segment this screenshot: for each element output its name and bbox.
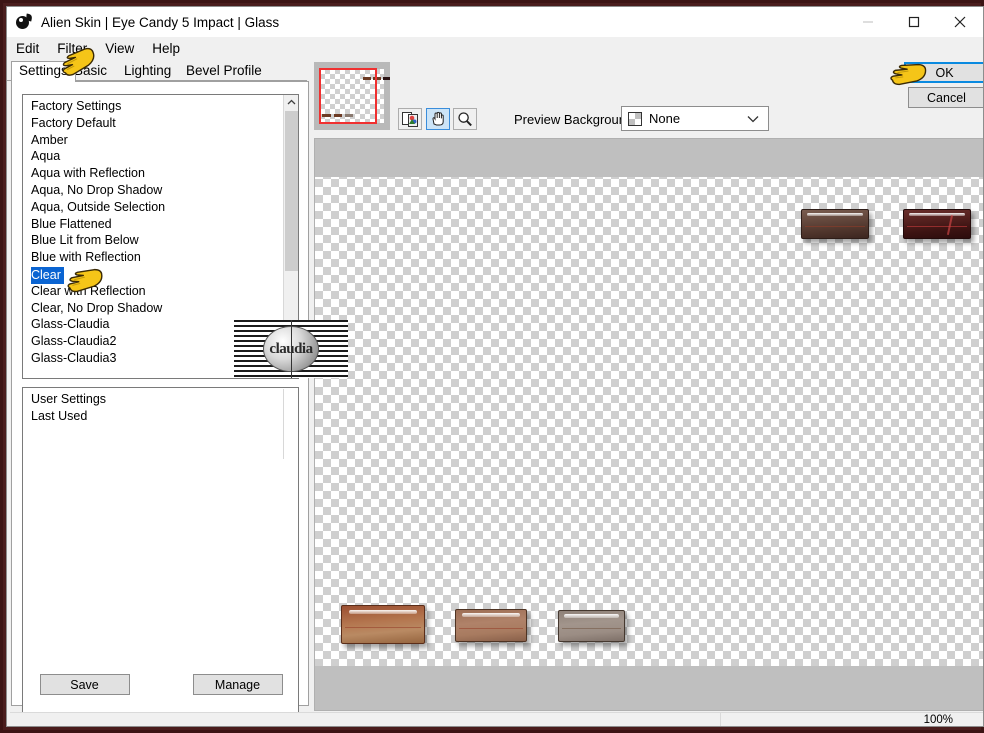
hand-tool-icon[interactable] [426, 108, 450, 130]
scroll-up-arrow-icon[interactable] [284, 95, 298, 110]
title-bar: Alien Skin | Eye Candy 5 Impact | Glass [7, 7, 983, 37]
window-title: Alien Skin | Eye Candy 5 Impact | Glass [41, 14, 280, 30]
list-item[interactable]: Last Used [23, 408, 298, 425]
glass-slab-top-right [903, 209, 971, 239]
menu-bar: Edit Filter View Help [7, 37, 983, 60]
navigator-object [383, 77, 390, 80]
claudia-watermark: claudia [234, 320, 348, 378]
window-client-area: Alien Skin | Eye Candy 5 Impact | Glass … [6, 6, 984, 727]
preview-background-value: None [649, 111, 681, 126]
glass-slab-bottom-2 [455, 609, 527, 642]
application-window: Alien Skin | Eye Candy 5 Impact | Glass … [0, 0, 984, 733]
menu-item-help[interactable]: Help [152, 40, 189, 57]
glass-slab-top-left [801, 209, 869, 239]
manage-button[interactable]: Manage [192, 674, 283, 695]
preview-background-select[interactable]: None [621, 106, 769, 131]
navigator-thumbnail[interactable] [314, 62, 390, 130]
list-item[interactable]: Aqua with Reflection [23, 165, 298, 182]
window-controls [845, 7, 983, 37]
zoom-tool-icon[interactable] [453, 108, 477, 130]
glass-slab-bottom-1 [341, 605, 425, 644]
preset-action-buttons: Save Manage [12, 674, 310, 695]
list-item-selected[interactable]: Clear [31, 266, 64, 284]
scrollbar-thumb[interactable] [285, 111, 298, 271]
zoom-level-indicator: 100% [923, 714, 953, 726]
preview-canvas[interactable] [314, 138, 983, 711]
list-item[interactable]: Aqua, No Drop Shadow [23, 182, 298, 199]
menu-item-edit[interactable]: Edit [16, 40, 48, 57]
navigator-viewport-rect[interactable] [319, 68, 377, 124]
pointing-hand-cursor-clear-preset [63, 267, 109, 302]
pointing-hand-cursor-filter-menu [57, 47, 103, 86]
tab-lighting[interactable]: Lighting [117, 62, 178, 81]
transparency-swatch-icon [628, 111, 642, 126]
alien-skin-logo-icon [15, 13, 33, 31]
list-item[interactable]: Clear, No Drop Shadow [23, 300, 298, 317]
menu-item-view[interactable]: View [105, 40, 143, 57]
list-item[interactable]: Factory Settings [23, 98, 298, 115]
status-bar: 100% [720, 712, 983, 726]
tab-strip: Settings Basic Lighting Bevel Profile [7, 60, 983, 82]
canvas-band-bottom [315, 666, 983, 710]
close-button[interactable] [937, 7, 983, 37]
minimize-button[interactable] [845, 7, 891, 37]
horizontal-scrollbar[interactable] [10, 712, 720, 726]
list-item[interactable]: User Settings [23, 391, 298, 408]
list-item[interactable]: Blue with Reflection [23, 249, 298, 266]
glass-slab-bottom-3 [558, 610, 625, 642]
list-item[interactable]: Aqua, Outside Selection [23, 199, 298, 216]
maximize-button[interactable] [891, 7, 937, 37]
list-item[interactable]: Blue Flattened [23, 216, 298, 233]
list-item[interactable]: Factory Default [23, 115, 298, 132]
list-item[interactable]: Aqua [23, 148, 298, 165]
user-list-scroll-track[interactable] [283, 389, 284, 459]
list-item[interactable]: Amber [23, 132, 298, 149]
pointing-hand-cursor-ok-button [887, 59, 931, 96]
list-item[interactable]: Blue Lit from Below [23, 232, 298, 249]
toggle-preview-icon[interactable] [398, 108, 422, 130]
tab-bevel-profile[interactable]: Bevel Profile [179, 62, 269, 81]
canvas-band-top [315, 139, 983, 177]
chevron-down-icon[interactable] [747, 110, 759, 128]
preview-background-label: Preview Background: [514, 112, 637, 127]
settings-panel: Factory Settings Factory Default Amber A… [11, 81, 310, 726]
save-button[interactable]: Save [39, 674, 130, 695]
